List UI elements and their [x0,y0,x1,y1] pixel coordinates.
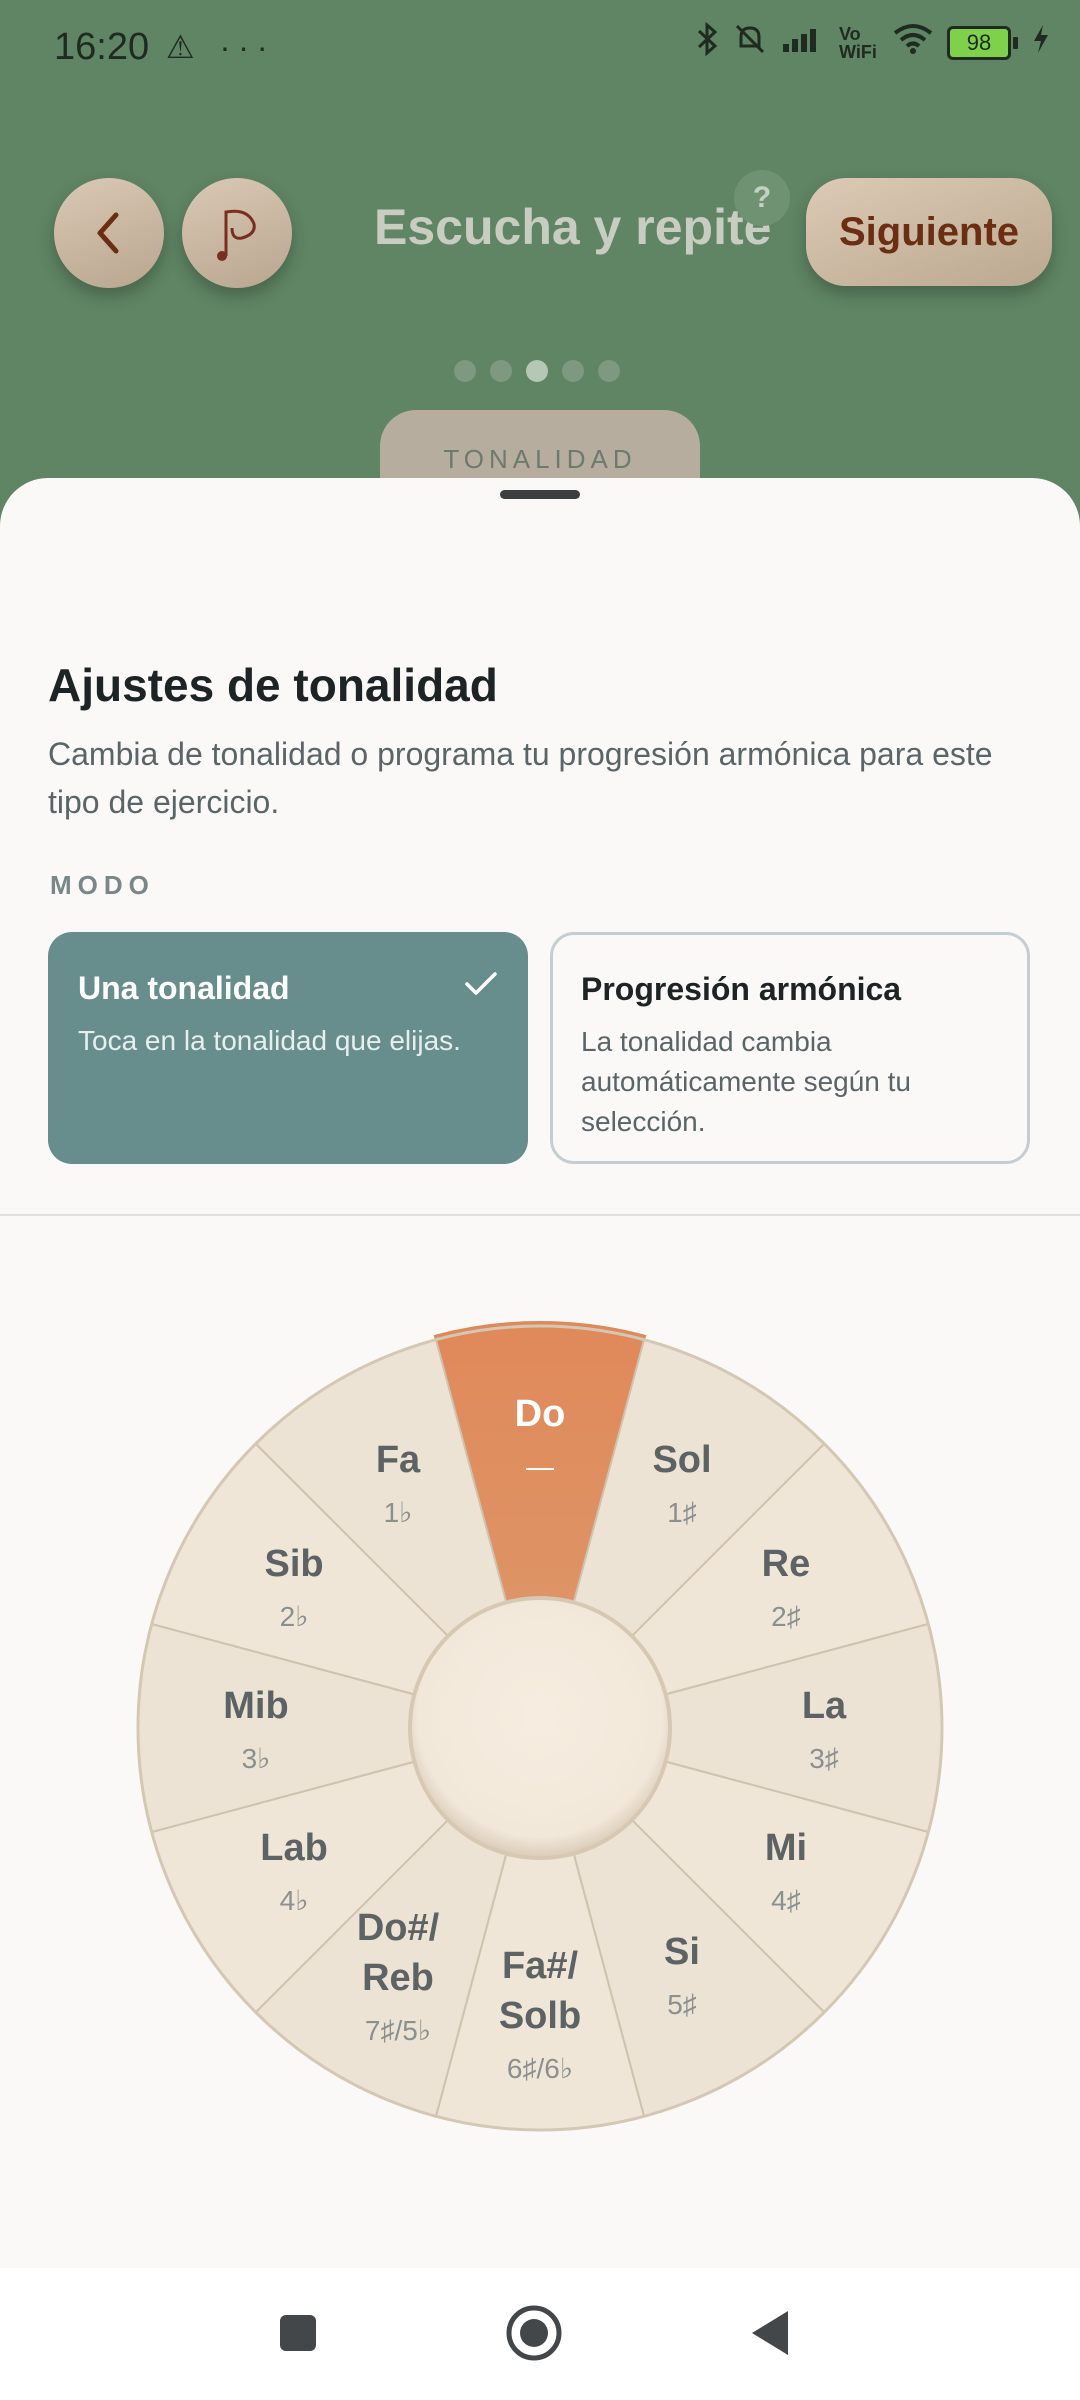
music-note-logo-icon [217,209,256,261]
key-label: Fa#/ [502,1945,578,1987]
key-signature-label: — [526,1451,554,1482]
key-signature-label: 4♯ [771,1885,801,1916]
home-button[interactable] [494,2298,574,2368]
key-label: Si [664,1931,700,1973]
key-signature-label: 7♯/5♭ [365,2015,431,2046]
instrument-avatar-button[interactable] [182,178,292,288]
system-icons: Vo WiFi 98 [697,21,1050,64]
wheel-center [408,1596,672,1860]
back-button[interactable] [54,178,164,288]
battery-level: 98 [947,26,1011,60]
key-label: Re [762,1543,811,1585]
key-label: Do [515,1393,566,1435]
key-signature-label: 3♭ [242,1743,271,1774]
key-signature-label: 5♯ [667,1989,697,2020]
key-signature-label: 2♭ [280,1601,309,1632]
key-label: Fa [376,1439,421,1481]
key-label: Reb [362,1957,434,1999]
step-dot [490,360,512,382]
step-indicator [454,360,620,382]
recent-apps-button[interactable] [258,2298,338,2368]
key-signature-label: 3♯ [809,1743,839,1774]
status-bar: 16:20 ⚠ ··· Vo WiFi 98 [0,0,1080,100]
volte-icon: Vo WiFi [839,24,877,62]
system-nav-bar [0,2268,1080,2400]
next-button[interactable]: Siguiente [806,178,1052,286]
step-dot [598,360,620,382]
back-nav-button[interactable] [730,2298,810,2368]
notification-icons: ⚠ ··· [166,29,276,65]
step-dot [562,360,584,382]
tonality-settings-sheet: Ajustes de tonalidad Cambia de tonalidad… [0,478,1080,2268]
key-signature-label: 1♯ [667,1497,697,1528]
circle-icon [506,2305,562,2361]
square-icon [280,2315,316,2351]
key-signature-label: 1♭ [384,1497,413,1528]
bell-muted-icon [733,22,767,64]
battery-icon: 98 [947,26,1018,60]
step-dot [454,360,476,382]
bluetooth-icon [697,21,719,64]
key-label: Do#/ [357,1907,440,1949]
key-label: Lab [260,1827,328,1869]
wifi-icon [893,23,933,63]
key-signature-label: 2♯ [771,1601,801,1632]
key-label: Sib [264,1543,323,1585]
key-label: Sol [652,1439,711,1481]
key-label: Solb [499,1995,581,2037]
key-signature-label: 4♭ [280,1885,309,1916]
triangle-back-icon [752,2311,788,2355]
status-time: 16:20 [54,26,150,68]
circle-of-fifths: Do — Sol 1♯ Re 2♯ La 3♯ Mi 4♯ Si 5♯ Fa#/ Solb 6♯/6♭ Do#… [136,1321,944,2132]
page-title: Escucha y repite [374,199,772,255]
key-label: Mi [765,1827,807,1869]
charging-icon [1032,24,1050,62]
help-button[interactable]: ? [734,170,790,226]
key-label: Mib [223,1685,288,1727]
signal-icon [781,24,825,62]
step-dot-active [526,360,548,382]
chevron-left-icon [97,212,119,254]
key-label: La [802,1685,847,1727]
key-signature-label: 6♯/6♭ [507,2053,573,2084]
